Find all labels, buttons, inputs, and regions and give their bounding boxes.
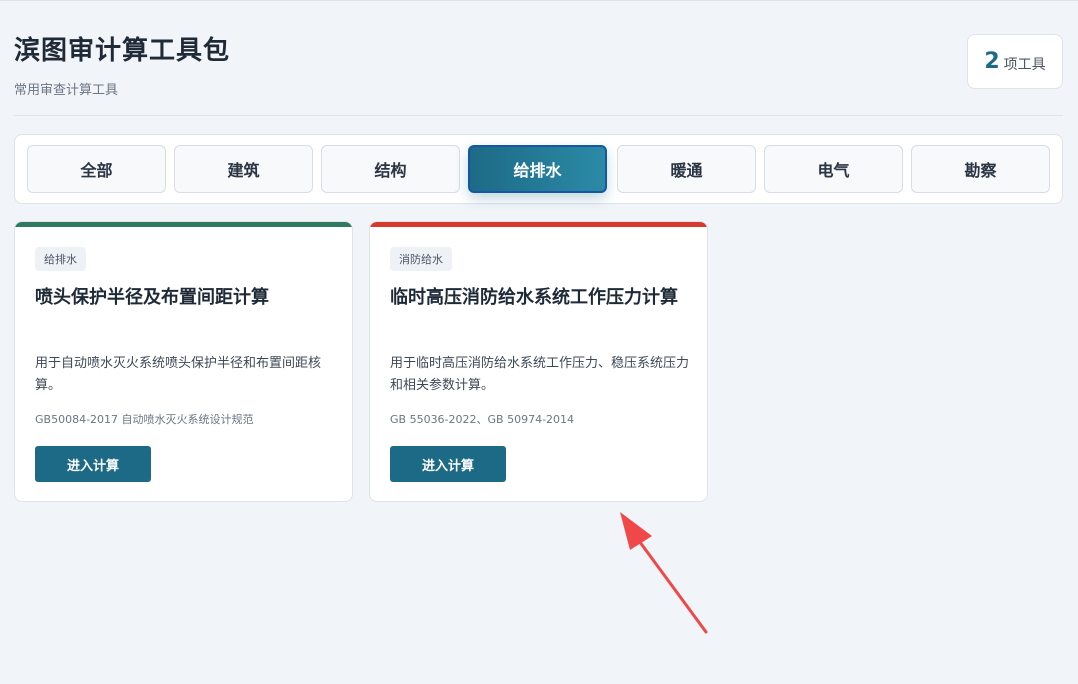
tab-survey[interactable]: 勘察 <box>911 145 1050 193</box>
card-description: 用于临时高压消防给水系统工作压力、稳压系统压力和相关参数计算。 <box>390 356 690 393</box>
page-title: 滨图审计算工具包 <box>14 36 231 66</box>
card-title: 临时高压消防给水系统工作压力计算 <box>390 287 678 308</box>
page-subtitle: 常用审查计算工具 <box>14 83 119 98</box>
card-standard: GB50084-2017 自动喷水灭火系统设计规范 <box>35 413 254 426</box>
tab-water-supply-drainage[interactable]: 给排水 <box>468 145 607 193</box>
card-accent-bar <box>370 222 707 227</box>
card-category-tag: 消防给水 <box>390 247 452 271</box>
tool-count-unit: 项工具 <box>1003 56 1046 73</box>
enter-calculation-button[interactable]: 进入计算 <box>390 446 506 482</box>
tab-hvac[interactable]: 暖通 <box>617 145 756 193</box>
tab-all[interactable]: 全部 <box>27 145 166 193</box>
tool-card-sprinkler: 给排水 喷头保护半径及布置间距计算 用于自动喷水灭火系统喷头保护半径和布置间距核… <box>14 221 353 502</box>
page: 滨图审计算工具包 常用审查计算工具 2 项工具 全部 建筑 结构 给排水 暖通 … <box>0 0 1078 684</box>
tool-card-fire-pressure: 消防给水 临时高压消防给水系统工作压力计算 用于临时高压消防给水系统工作压力、稳… <box>369 221 708 502</box>
tab-structure[interactable]: 结构 <box>321 145 460 193</box>
annotation-arrow-icon <box>620 512 708 634</box>
card-category-tag: 给排水 <box>35 247 86 271</box>
card-description: 用于自动喷水灭火系统喷头保护半径和布置间距核算。 <box>35 356 322 393</box>
page-header: 滨图审计算工具包 常用审查计算工具 <box>14 30 230 98</box>
tab-architecture[interactable]: 建筑 <box>174 145 313 193</box>
top-border <box>0 0 1078 1</box>
card-accent-bar <box>15 222 352 227</box>
header-divider <box>14 115 1063 116</box>
tool-count-value: 2 <box>984 49 1000 74</box>
tool-count-badge: 2 项工具 <box>967 34 1063 89</box>
card-standard: GB 55036-2022、GB 50974-2014 <box>390 413 575 426</box>
enter-calculation-button[interactable]: 进入计算 <box>35 446 151 482</box>
category-tab-bar: 全部 建筑 结构 给排水 暖通 电气 勘察 <box>14 134 1063 204</box>
card-title: 喷头保护半径及布置间距计算 <box>35 287 269 308</box>
tab-electrical[interactable]: 电气 <box>764 145 903 193</box>
